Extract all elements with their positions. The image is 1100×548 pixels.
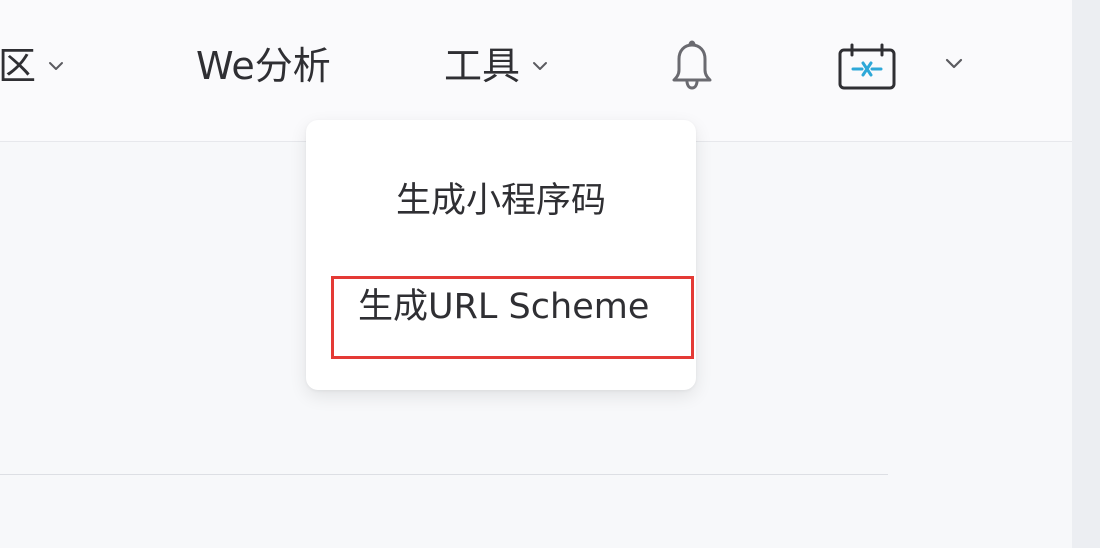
nav-item-tools[interactable]: 工具 bbox=[444, 36, 550, 96]
chevron-down-icon[interactable] bbox=[942, 52, 966, 76]
content-divider bbox=[0, 474, 888, 475]
nav-item-community-label: 区 bbox=[0, 44, 37, 88]
nav-item-we-analytics[interactable]: We分析 bbox=[196, 36, 331, 96]
chevron-down-icon bbox=[46, 56, 66, 76]
nav-item-we-analytics-label: We分析 bbox=[196, 44, 331, 88]
notification-bell-icon[interactable] bbox=[668, 40, 716, 92]
highlight-box bbox=[331, 276, 694, 359]
chevron-down-icon bbox=[530, 56, 550, 76]
generate-mini-program-code-item[interactable]: 生成小程序码 bbox=[306, 184, 696, 219]
nav-item-tools-label: 工具 bbox=[444, 44, 521, 88]
nav-item-community[interactable]: 区 bbox=[0, 36, 66, 96]
scrollbar-track[interactable] bbox=[1072, 0, 1100, 548]
calendar-icon[interactable] bbox=[836, 42, 898, 92]
